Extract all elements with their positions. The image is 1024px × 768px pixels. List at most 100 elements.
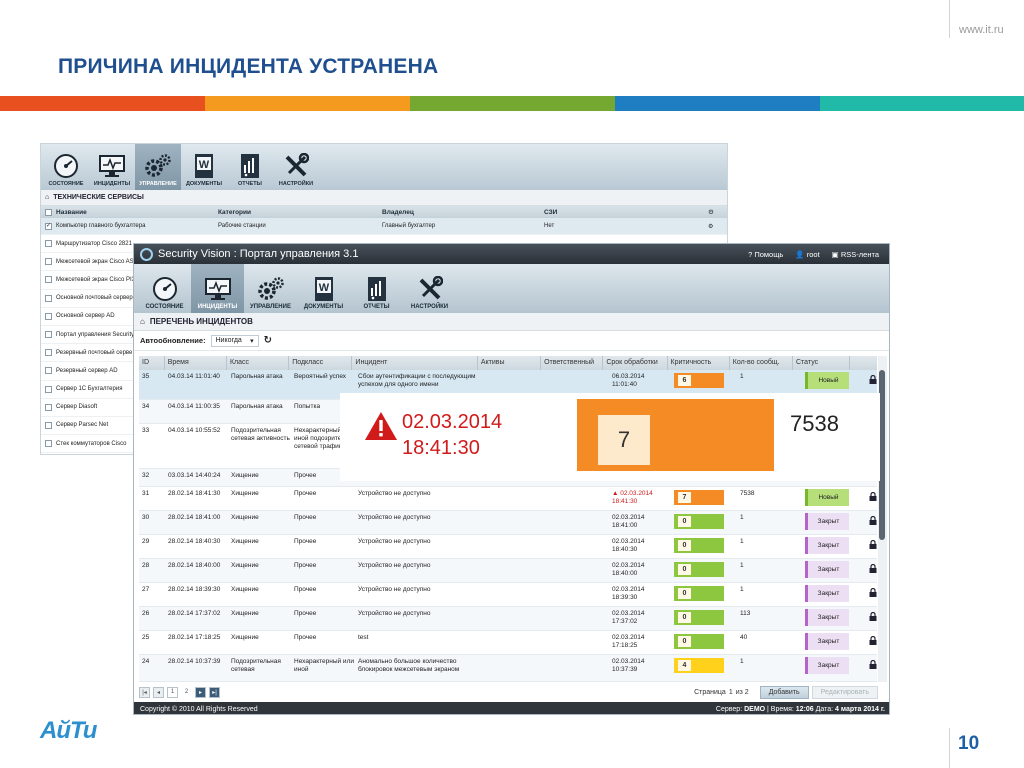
row-checkbox[interactable] bbox=[45, 312, 52, 320]
lock-icon[interactable] bbox=[869, 539, 877, 558]
status-badge[interactable]: Новый bbox=[805, 489, 849, 506]
col-name[interactable]: Название bbox=[56, 209, 218, 216]
cell-6 bbox=[546, 535, 609, 558]
first-page-button[interactable]: |◂ bbox=[139, 686, 150, 698]
col-6[interactable]: Ответственный bbox=[541, 356, 604, 370]
autoupdate-select[interactable]: Никогда ▾ bbox=[210, 334, 259, 347]
col-category[interactable]: Категории bbox=[218, 209, 382, 216]
cell-1: 28.02.14 17:37:02 bbox=[168, 610, 221, 617]
table-row[interactable]: 31 28.02.14 18:41:30 Хищение Прочее Устройст… bbox=[139, 487, 877, 511]
status-badge[interactable]: Закрыт bbox=[805, 633, 849, 650]
table-row[interactable]: 26 28.02.14 17:37:02 Хищение Прочее Устройст… bbox=[139, 607, 877, 631]
row-checkbox[interactable] bbox=[45, 294, 52, 302]
toolbar-monitor-button[interactable]: ИНЦИДЕНТЫ bbox=[191, 264, 244, 313]
status-cell: Закрыт bbox=[801, 631, 859, 654]
settings-icon[interactable]: ⚙ bbox=[708, 208, 718, 216]
table-row[interactable]: 29 28.02.14 18:40:30 Хищение Прочее Устройст… bbox=[139, 535, 877, 559]
deadline-cell: 02.03.2014 17:37:02 bbox=[612, 610, 645, 625]
service-name: Стек коммутаторов Cisco bbox=[56, 440, 127, 447]
col-3[interactable]: Подкласс bbox=[289, 356, 353, 370]
cell-0: 31 bbox=[142, 490, 150, 497]
lock-icon[interactable] bbox=[869, 515, 877, 534]
toolbar-gears-button[interactable]: УПРАВЛЕНИЕ bbox=[135, 144, 181, 190]
col-8[interactable]: Критичность bbox=[668, 356, 730, 370]
toolbar-document-button[interactable]: W ДОКУМЕНТЫ bbox=[297, 264, 350, 313]
row-checkbox[interactable] bbox=[45, 331, 52, 339]
toolbar-gauge-button[interactable]: СОСТОЯНИЕ bbox=[43, 144, 89, 190]
table-row[interactable]: 28 28.02.14 18:40:00 Хищение Прочее Устройст… bbox=[139, 559, 877, 583]
toolbar-tools-button[interactable]: НАСТРОЙКИ bbox=[403, 264, 456, 313]
service-owner: Главный бухгалтер bbox=[382, 223, 436, 229]
prev-page-button[interactable]: ◂ bbox=[153, 686, 164, 698]
row-checkbox[interactable] bbox=[45, 367, 52, 375]
col-owner[interactable]: Владелец bbox=[382, 209, 544, 216]
help-link[interactable]: ? Помощь bbox=[748, 250, 783, 259]
refresh-icon[interactable]: ↻ bbox=[264, 335, 272, 346]
status-badge[interactable]: Новый bbox=[805, 372, 849, 389]
add-button[interactable]: Добавить bbox=[759, 685, 809, 699]
edit-button[interactable]: Редактировать bbox=[811, 685, 878, 699]
toolbar-label: ОТЧЕТЫ bbox=[363, 304, 390, 310]
user-link[interactable]: 👤 root bbox=[795, 250, 819, 259]
lock-icon[interactable] bbox=[869, 659, 877, 681]
row-checkbox[interactable] bbox=[45, 276, 52, 284]
select-all-checkbox[interactable] bbox=[45, 208, 52, 216]
toolbar-monitor-button[interactable]: ИНЦИДЕНТЫ bbox=[89, 144, 135, 190]
table-row[interactable]: 30 28.02.14 18:41:00 Хищение Прочее Устройст… bbox=[139, 511, 877, 535]
settings-icon[interactable]: ⚙ bbox=[708, 223, 718, 230]
lock-icon[interactable] bbox=[869, 491, 877, 510]
page-2-button[interactable]: 2 bbox=[181, 687, 192, 698]
row-checkbox[interactable] bbox=[45, 385, 52, 393]
cell-3: Прочее bbox=[294, 514, 317, 521]
cell-1: 28.02.14 18:41:00 bbox=[168, 514, 221, 521]
lock-icon[interactable] bbox=[869, 587, 877, 606]
col-9[interactable]: Кол-во сообщ. bbox=[730, 356, 793, 370]
toolbar-tools-button[interactable]: НАСТРОЙКИ bbox=[273, 144, 319, 190]
message-count: 1 bbox=[740, 538, 744, 545]
row-checkbox[interactable] bbox=[45, 349, 52, 357]
row-checkbox[interactable] bbox=[45, 421, 52, 429]
lock-icon[interactable] bbox=[869, 563, 877, 582]
lock-icon[interactable] bbox=[869, 635, 877, 654]
row-checkbox[interactable] bbox=[45, 403, 52, 411]
service-name: Резервный почтовый серве bbox=[56, 349, 133, 356]
row-checkbox[interactable] bbox=[45, 240, 52, 248]
app-logo-icon bbox=[140, 247, 153, 261]
service-name: Межсетевой экран Cisco PIX bbox=[56, 276, 136, 283]
col-szi[interactable]: СЗИ bbox=[544, 209, 708, 216]
toolbar-document-button[interactable]: W ДОКУМЕНТЫ bbox=[181, 144, 227, 190]
status-badge[interactable]: Закрыт bbox=[805, 609, 849, 626]
table-row[interactable]: ✓ Компьютер главного бухгалтера Рабочие … bbox=[41, 218, 727, 235]
service-name: Компьютер главного бухгалтера bbox=[56, 223, 146, 229]
zoom-criticality-value: 7 bbox=[598, 415, 650, 465]
status-badge[interactable]: Закрыт bbox=[805, 561, 849, 578]
col-5[interactable]: Активы bbox=[478, 356, 542, 370]
deadline-cell: ▲ 02.03.2014 18:41:30 bbox=[609, 487, 674, 510]
table-row[interactable]: 25 28.02.14 17:18:25 Хищение Прочее test 02.0… bbox=[139, 631, 877, 655]
col-10[interactable]: Статус bbox=[793, 356, 851, 370]
last-page-button[interactable]: ▸| bbox=[209, 686, 220, 698]
col-7[interactable]: Срок обработки bbox=[603, 356, 668, 370]
col-2[interactable]: Класс bbox=[227, 356, 290, 370]
status-badge[interactable]: Закрыт bbox=[805, 657, 849, 674]
toolbar-gauge-button[interactable]: СОСТОЯНИЕ bbox=[138, 264, 191, 313]
status-badge[interactable]: Закрыт bbox=[805, 513, 849, 530]
toolbar-report-button[interactable]: ОТЧЕТЫ bbox=[350, 264, 403, 313]
row-checkbox[interactable] bbox=[45, 258, 52, 266]
toolbar-gears-button[interactable]: УПРАВЛЕНИЕ bbox=[244, 264, 297, 313]
toolbar-report-button[interactable]: ОТЧЕТЫ bbox=[227, 144, 273, 190]
row-checkbox[interactable]: ✓ bbox=[45, 222, 52, 230]
col-4[interactable]: Инцидент bbox=[352, 356, 478, 370]
rss-link[interactable]: ▣ RSS-лента bbox=[832, 250, 879, 259]
status-badge[interactable]: Закрыт bbox=[805, 585, 849, 602]
cell-1: 28.02.14 10:37:39 bbox=[168, 658, 221, 665]
table-row[interactable]: 27 28.02.14 18:39:30 Хищение Прочее Устройст… bbox=[139, 583, 877, 607]
col-1[interactable]: Время bbox=[165, 356, 227, 370]
lock-icon[interactable] bbox=[869, 611, 877, 630]
next-page-button[interactable]: ▸ bbox=[195, 686, 206, 698]
row-checkbox[interactable] bbox=[45, 440, 52, 448]
col-0[interactable]: ID bbox=[139, 356, 165, 370]
status-badge[interactable]: Закрыт bbox=[805, 537, 849, 554]
table-row[interactable]: 24 28.02.14 10:37:39 Подозрительная сетева… bbox=[139, 655, 877, 682]
page-1-button[interactable]: 1 bbox=[167, 686, 178, 698]
